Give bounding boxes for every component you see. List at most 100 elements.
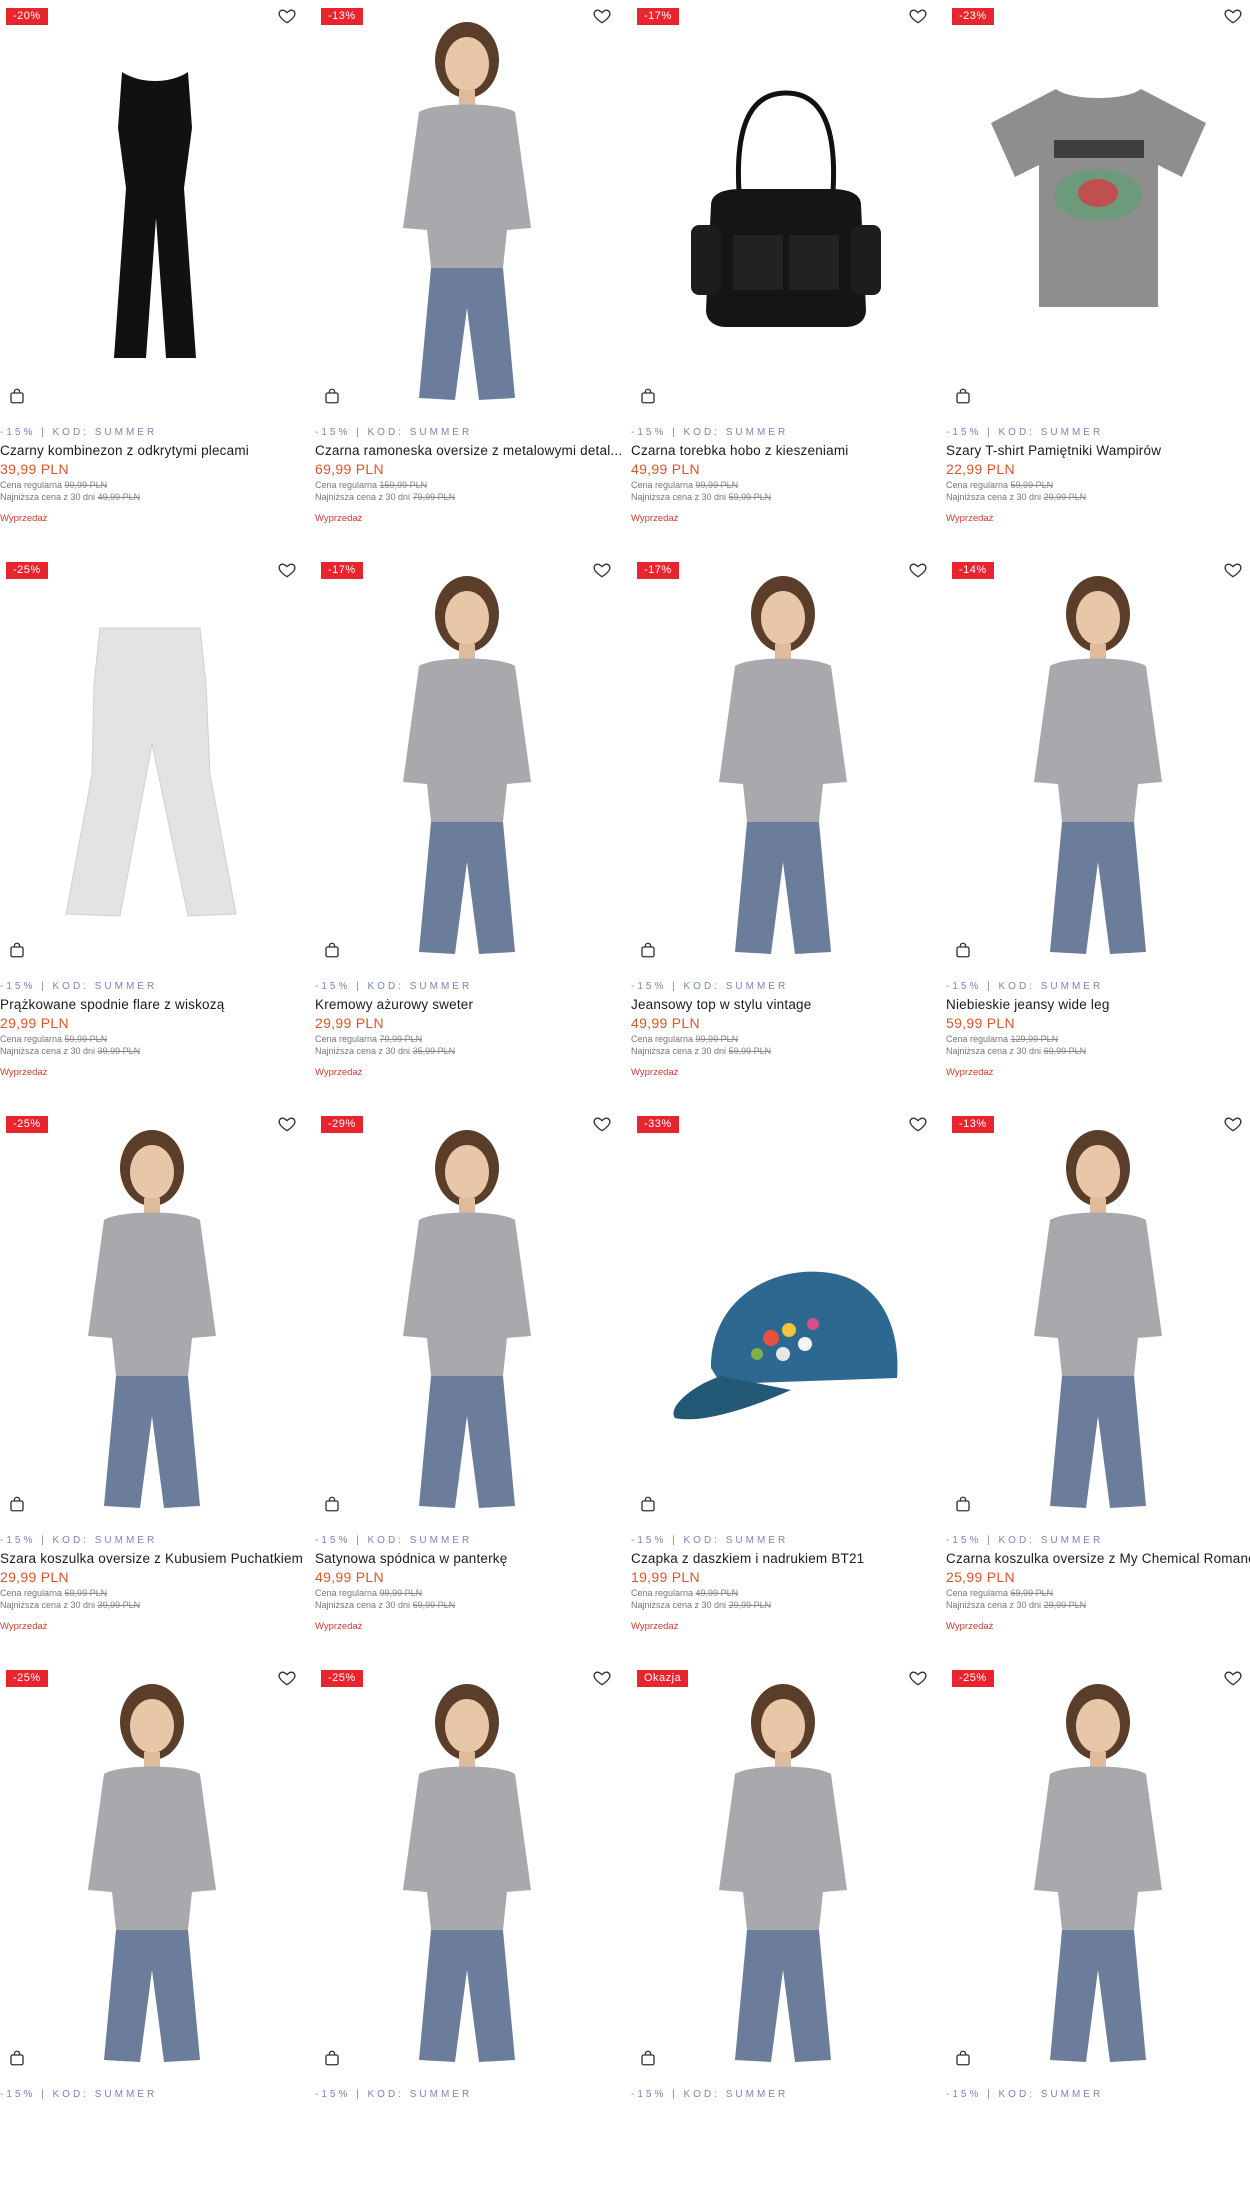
heart-icon[interactable] bbox=[908, 1668, 928, 1688]
product-name[interactable]: Czarna ramoneska oversize z metalowymi d… bbox=[315, 443, 645, 458]
heart-icon[interactable] bbox=[592, 6, 612, 26]
heart-icon[interactable] bbox=[592, 1114, 612, 1134]
lowest-price-30-days: Najniższa cena z 30 dni 69,99 PLN bbox=[315, 1600, 456, 1610]
product-image[interactable] bbox=[946, 554, 1250, 964]
discount-badge: -17% bbox=[637, 8, 679, 25]
product-price: 69,99 PLN bbox=[315, 461, 384, 477]
discount-badge: -25% bbox=[6, 562, 48, 579]
discount-badge: -23% bbox=[952, 8, 994, 25]
product-image[interactable] bbox=[315, 554, 620, 964]
product-name[interactable]: Czapka z daszkiem i nadrukiem BT21 bbox=[631, 1551, 961, 1566]
product-card[interactable]: -17% -15% | KOD: SUMMER Czarna torebka hob… bbox=[631, 0, 936, 548]
product-price: 29,99 PLN bbox=[0, 1015, 69, 1031]
product-card[interactable]: -33% -15% | KOD: SUMMER Czapka z daszkiem … bbox=[631, 1108, 936, 1656]
heart-icon[interactable] bbox=[908, 6, 928, 26]
discount-badge: -25% bbox=[321, 1670, 363, 1687]
product-name[interactable]: Kremowy ażurowy sweter bbox=[315, 997, 645, 1012]
discount-badge: -13% bbox=[952, 1116, 994, 1133]
product-name[interactable]: Satynowa spódnica w panterkę bbox=[315, 1551, 645, 1566]
heart-icon[interactable] bbox=[908, 560, 928, 580]
product-card[interactable]: -25% -15% | KOD: SUMMER Szara koszulka ove… bbox=[0, 1108, 305, 1656]
product-card[interactable]: -17% -15% | KOD: SUMMER Kremowy ażurowy sw… bbox=[315, 554, 620, 1102]
shopping-bag-icon[interactable] bbox=[323, 1495, 341, 1513]
shopping-bag-icon[interactable] bbox=[8, 1495, 26, 1513]
shopping-bag-icon[interactable] bbox=[639, 1495, 657, 1513]
product-card[interactable]: -25% -15% | KOD: SUMMER bbox=[315, 1662, 620, 2210]
heart-icon[interactable] bbox=[277, 1668, 297, 1688]
shopping-bag-icon[interactable] bbox=[8, 387, 26, 405]
discount-badge: -14% bbox=[952, 562, 994, 579]
regular-price: Cena regularna 99,99 PLN bbox=[0, 480, 108, 490]
shopping-bag-icon[interactable] bbox=[323, 941, 341, 959]
heart-icon[interactable] bbox=[1223, 560, 1243, 580]
product-card[interactable]: -25% -15% | KOD: SUMMER Prążkowane spodnie… bbox=[0, 554, 305, 1102]
product-card[interactable]: Okazja -15% | KOD: SUMMER bbox=[631, 1662, 936, 2210]
product-image[interactable] bbox=[946, 0, 1250, 410]
product-name[interactable]: Jeansowy top w stylu vintage bbox=[631, 997, 961, 1012]
product-card[interactable]: -25% -15% | KOD: SUMMER bbox=[946, 1662, 1250, 2210]
product-image[interactable] bbox=[946, 1108, 1250, 1518]
shopping-bag-icon[interactable] bbox=[954, 387, 972, 405]
shopping-bag-icon[interactable] bbox=[954, 941, 972, 959]
heart-icon[interactable] bbox=[277, 1114, 297, 1134]
heart-icon[interactable] bbox=[1223, 1114, 1243, 1134]
shopping-bag-icon[interactable] bbox=[954, 1495, 972, 1513]
discount-badge: -25% bbox=[6, 1670, 48, 1687]
product-image[interactable] bbox=[631, 0, 936, 410]
product-image[interactable] bbox=[0, 0, 305, 410]
product-card[interactable]: -17% -15% | KOD: SUMMER Jeansowy top w sty… bbox=[631, 554, 936, 1102]
shopping-bag-icon[interactable] bbox=[954, 2049, 972, 2067]
sale-tag: Wyprzedaż bbox=[631, 1621, 679, 1632]
heart-icon[interactable] bbox=[277, 6, 297, 26]
shopping-bag-icon[interactable] bbox=[639, 941, 657, 959]
product-name[interactable]: Czarny kombinezon z odkrytymi plecami bbox=[0, 443, 330, 458]
shopping-bag-icon[interactable] bbox=[639, 2049, 657, 2067]
product-image[interactable] bbox=[315, 1662, 620, 2072]
shopping-bag-icon[interactable] bbox=[8, 2049, 26, 2067]
product-image[interactable] bbox=[631, 554, 936, 964]
lowest-price-30-days: Najniższa cena z 30 dni 29,99 PLN bbox=[946, 1600, 1087, 1610]
regular-price: Cena regularna 79,99 PLN bbox=[315, 1034, 423, 1044]
heart-icon[interactable] bbox=[908, 1114, 928, 1134]
heart-icon[interactable] bbox=[1223, 1668, 1243, 1688]
product-card[interactable]: -29% -15% | KOD: SUMMER Satynowa spódnica … bbox=[315, 1108, 620, 1656]
product-card[interactable]: -23% -15% | KOD: SUMMER Szary T-shirt Pami… bbox=[946, 0, 1250, 548]
regular-price: Cena regularna 69,99 PLN bbox=[946, 1588, 1054, 1598]
shopping-bag-icon[interactable] bbox=[639, 387, 657, 405]
heart-icon[interactable] bbox=[277, 560, 297, 580]
sale-tag: Wyprzedaż bbox=[0, 1067, 48, 1078]
product-name[interactable]: Szara koszulka oversize z Kubusiem Pucha… bbox=[0, 1551, 330, 1566]
product-image[interactable] bbox=[0, 1108, 305, 1518]
discount-badge: -13% bbox=[321, 8, 363, 25]
promo-code: -15% | KOD: SUMMER bbox=[315, 427, 473, 438]
product-image[interactable] bbox=[631, 1662, 936, 2072]
shopping-bag-icon[interactable] bbox=[323, 2049, 341, 2067]
product-image[interactable] bbox=[946, 1662, 1250, 2072]
discount-badge: -17% bbox=[321, 562, 363, 579]
product-image[interactable] bbox=[0, 554, 305, 964]
product-card[interactable]: -20% -15% | KOD: SUMMER Czarny kombinezon … bbox=[0, 0, 305, 548]
product-image[interactable] bbox=[315, 0, 620, 410]
product-card[interactable]: -13% -15% | KOD: SUMMER Czarna koszulka ov… bbox=[946, 1108, 1250, 1656]
shopping-bag-icon[interactable] bbox=[8, 941, 26, 959]
heart-icon[interactable] bbox=[1223, 6, 1243, 26]
product-name[interactable]: Czarna torebka hobo z kieszeniami bbox=[631, 443, 961, 458]
heart-icon[interactable] bbox=[592, 560, 612, 580]
product-name[interactable]: Prążkowane spodnie flare z wiskozą bbox=[0, 997, 330, 1012]
sale-tag: Wyprzedaż bbox=[0, 513, 48, 524]
product-image[interactable] bbox=[315, 1108, 620, 1518]
promo-code: -15% | KOD: SUMMER bbox=[315, 1535, 473, 1546]
promo-code: -15% | KOD: SUMMER bbox=[631, 427, 789, 438]
product-name[interactable]: Czarna koszulka oversize z My Chemical R… bbox=[946, 1551, 1250, 1566]
product-price: 29,99 PLN bbox=[315, 1015, 384, 1031]
product-card[interactable]: -13% -15% | KOD: SUMMER Czarna ramoneska o… bbox=[315, 0, 622, 548]
product-name[interactable]: Szary T-shirt Pamiętniki Wampirów bbox=[946, 443, 1250, 458]
shopping-bag-icon[interactable] bbox=[323, 387, 341, 405]
product-image[interactable] bbox=[631, 1108, 936, 1518]
product-name[interactable]: Niebieskie jeansy wide leg bbox=[946, 997, 1250, 1012]
heart-icon[interactable] bbox=[592, 1668, 612, 1688]
product-card[interactable]: -25% -15% | KOD: SUMMER bbox=[0, 1662, 305, 2210]
sale-tag: Wyprzedaż bbox=[631, 1067, 679, 1078]
product-card[interactable]: -14% -15% | KOD: SUMMER Niebieskie jeansy … bbox=[946, 554, 1250, 1102]
product-image[interactable] bbox=[0, 1662, 305, 2072]
